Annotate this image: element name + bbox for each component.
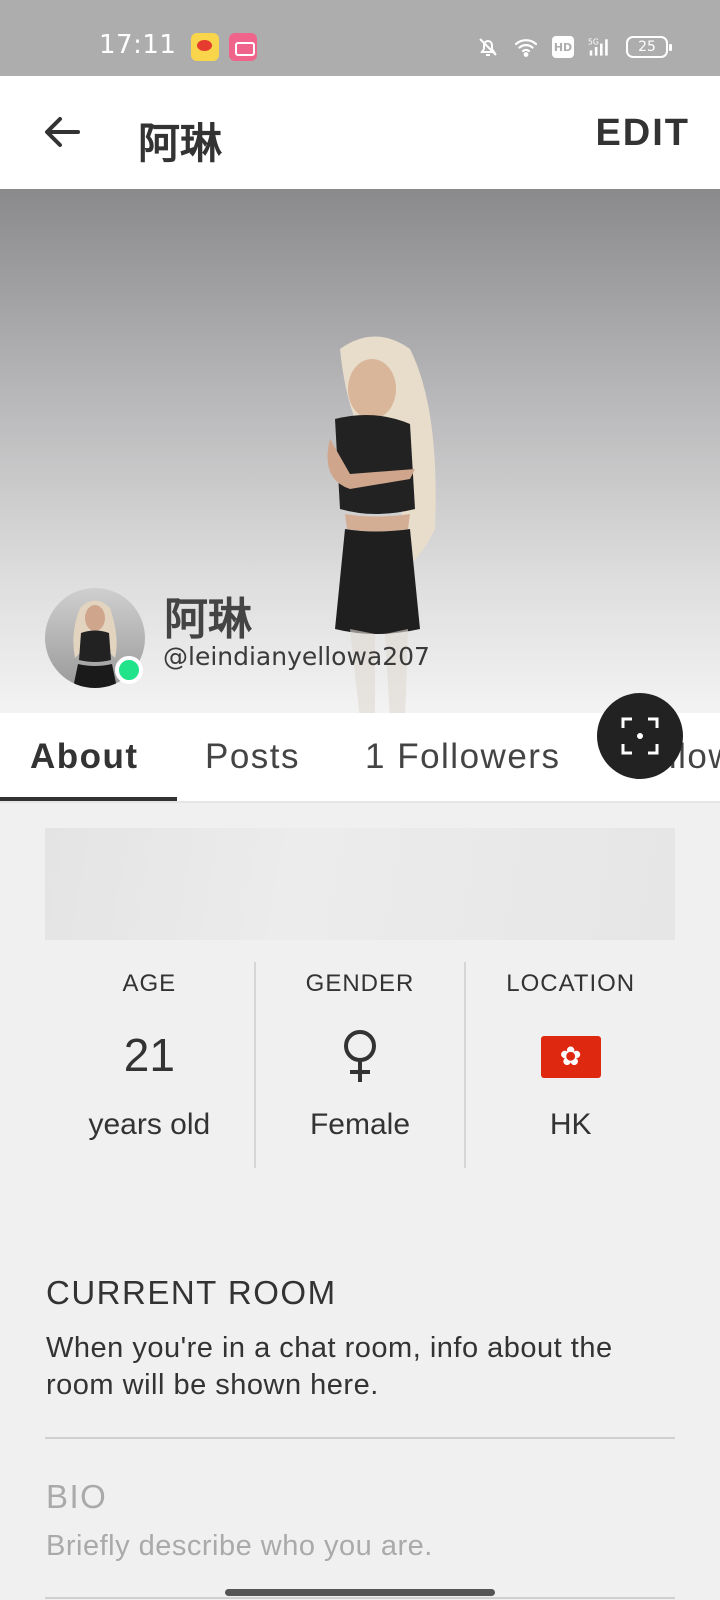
svg-text:5G: 5G (588, 37, 599, 46)
profile-banner-placeholder (45, 828, 675, 940)
arrow-left-icon[interactable] (40, 109, 86, 155)
status-icons: HD 5G 25 (476, 32, 672, 62)
wifi-icon (514, 39, 538, 57)
profile-display-name: 阿琳 (164, 594, 252, 645)
current-room-description: When you're in a chat room, info about t… (46, 1332, 613, 1401)
battery-icon: 25 (626, 36, 672, 58)
tab-followers[interactable]: 1 Followers (365, 737, 560, 777)
profile-username: @leindianyellowa207 (163, 642, 430, 671)
weibo-app-icon (191, 33, 219, 61)
active-tab-indicator (0, 797, 177, 801)
section-divider (45, 1437, 675, 1439)
status-time: 17:11 (99, 30, 177, 60)
stat-gender-value: Female (309, 1108, 411, 1141)
app-bar: 阿琳 EDIT (0, 76, 720, 189)
status-bar: 17:11 HD 5G 25 (0, 0, 720, 76)
tab-posts[interactable]: Posts (205, 737, 300, 777)
stat-gender: GENDER Female (253, 962, 465, 1168)
signal-icon: 5G (588, 37, 608, 56)
scan-button[interactable] (597, 693, 683, 779)
section-divider (45, 1597, 675, 1599)
stat-location-label: LOCATION (506, 970, 636, 997)
home-indicator[interactable] (225, 1589, 495, 1596)
female-symbol-icon (344, 1030, 376, 1082)
edit-button[interactable]: EDIT (595, 112, 690, 155)
current-room-title: CURRENT ROOM (46, 1274, 337, 1311)
tab-about[interactable]: About (30, 737, 139, 777)
profile-stats: AGE 21 years old GENDER Female LOCATION … (45, 962, 675, 1168)
online-status-indicator (115, 656, 143, 684)
stat-age: AGE 21 years old (45, 962, 254, 1168)
stat-location: LOCATION HK (464, 962, 675, 1168)
stat-age-unit: years old (88, 1108, 211, 1141)
stat-location-value: HK (549, 1108, 592, 1141)
bell-off-icon (479, 38, 497, 56)
hd-icon: HD (552, 36, 574, 58)
scan-icon (621, 717, 659, 755)
bilibili-app-icon (229, 33, 257, 61)
bio-placeholder[interactable]: Briefly describe who you are. (46, 1528, 686, 1565)
stat-age-value: 21 (123, 1029, 175, 1081)
page-title: 阿琳 (138, 119, 223, 168)
stat-age-label: AGE (122, 970, 177, 997)
bio-title: BIO (46, 1478, 108, 1515)
hong-kong-flag-icon (540, 1036, 601, 1078)
stat-gender-label: GENDER (305, 970, 415, 997)
